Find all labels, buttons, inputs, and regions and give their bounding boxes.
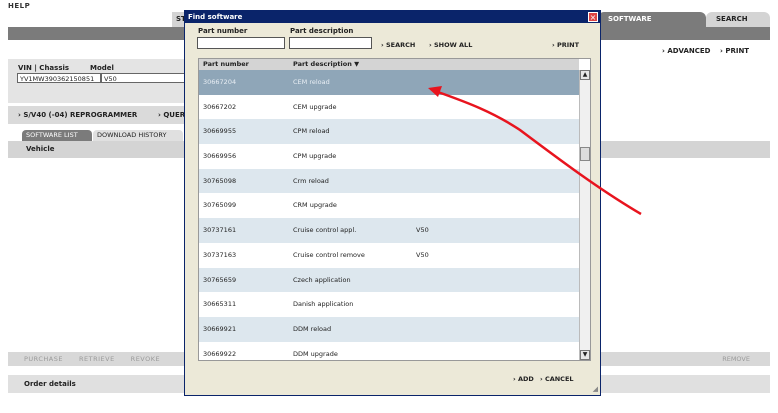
annotation-arrow	[428, 86, 642, 216]
arrow-line	[437, 90, 642, 216]
arrow-head	[428, 86, 442, 97]
